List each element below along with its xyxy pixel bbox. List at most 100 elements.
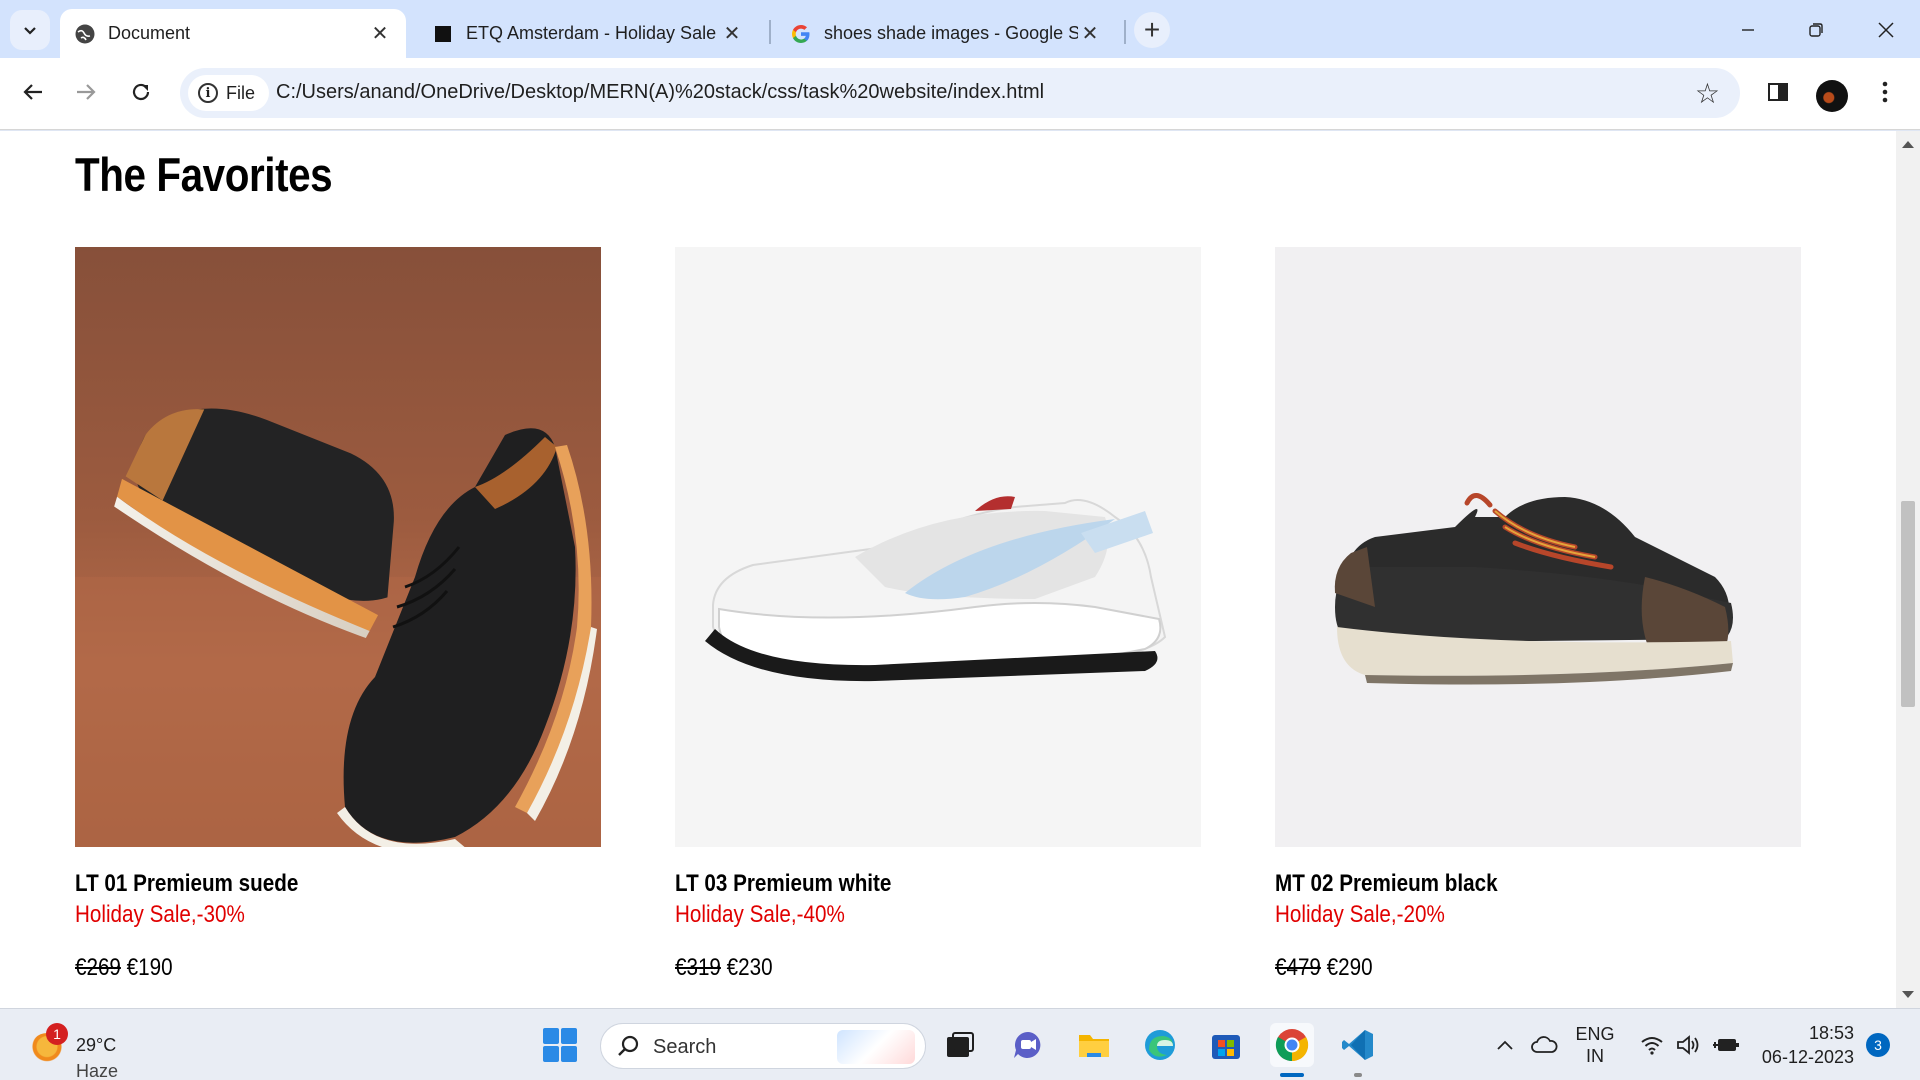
price-row: €479 €290	[1275, 954, 1727, 982]
start-button[interactable]	[538, 1023, 582, 1067]
notification-badge[interactable]: 3	[1866, 1033, 1890, 1057]
search-highlight-art	[837, 1030, 915, 1064]
scroll-thumb[interactable]	[1901, 501, 1915, 707]
site-info-chip[interactable]: i File	[188, 75, 270, 111]
weather-badge: 1	[46, 1023, 68, 1045]
scroll-up-arrow-icon[interactable]	[1902, 141, 1914, 148]
url-text[interactable]: C:/Users/anand/OneDrive/Desktop/MERN(A)%…	[276, 81, 1044, 104]
product-card[interactable]: MT 02 Premieum black Holiday Sale,-20% €…	[1275, 247, 1801, 982]
language-indicator[interactable]: ENG IN	[1576, 1009, 1615, 1080]
tab-document[interactable]: Document ✕	[60, 9, 406, 58]
windows-taskbar: 1 29°C Haze Search ENG IN 18:53 06-12-20…	[0, 1008, 1920, 1080]
store-button[interactable]	[1204, 1023, 1248, 1067]
windows-logo-icon	[543, 1028, 577, 1062]
side-panel-icon	[1768, 83, 1788, 101]
google-icon	[790, 23, 812, 45]
minimize-icon	[1742, 29, 1754, 31]
sale-label: Holiday Sale,-20%	[1275, 901, 1445, 928]
tab-title: ETQ Amsterdam - Holiday Sale	[466, 23, 717, 43]
reload-icon	[132, 83, 150, 101]
bookmark-star-icon[interactable]: ☆	[1695, 77, 1720, 110]
page-viewport: The Favorites LT 01 Premieum suede Holid…	[0, 131, 1896, 1008]
tab-etq-amsterdam[interactable]: ETQ Amsterdam - Holiday Sale ✕	[418, 9, 758, 58]
page-scrollbar[interactable]	[1896, 131, 1920, 1008]
product-image[interactable]	[75, 247, 601, 847]
product-card[interactable]: LT 03 Premieum white Holiday Sale,-40% €…	[675, 247, 1201, 982]
onedrive-button[interactable]	[1530, 1009, 1558, 1080]
product-name[interactable]: LT 03 Premieum white	[675, 870, 1127, 898]
weather-temperature: 29°C	[76, 1035, 117, 1055]
edge-button[interactable]	[1138, 1023, 1182, 1067]
minimize-button[interactable]	[1724, 10, 1772, 50]
address-bar[interactable]: i File C:/Users/anand/OneDrive/Desktop/M…	[180, 68, 1740, 118]
tab-search-button[interactable]	[10, 10, 50, 50]
vscode-icon	[1342, 1030, 1373, 1060]
network-button[interactable]	[1640, 1009, 1664, 1080]
video-chat-icon	[1014, 1032, 1041, 1058]
search-label: Search	[653, 1036, 717, 1058]
product-name[interactable]: LT 01 Premieum suede	[75, 870, 527, 898]
vscode-running-indicator	[1354, 1073, 1362, 1077]
tab-title: Document	[108, 23, 191, 43]
product-card[interactable]: LT 01 Premieum suede Holiday Sale,-30% €…	[75, 247, 601, 982]
wifi-icon	[1641, 1037, 1663, 1055]
product-name[interactable]: MT 02 Premieum black	[1275, 870, 1727, 898]
battery-button[interactable]	[1712, 1009, 1740, 1080]
system-clock[interactable]: 18:53 06-12-2023	[1758, 1021, 1854, 1069]
battery-charging-icon	[1713, 1039, 1739, 1051]
tab-google-search[interactable]: shoes shade images - Google S ✕	[776, 9, 1116, 58]
weather-widget[interactable]: 1 29°C Haze	[26, 1023, 146, 1080]
more-vertical-icon	[1882, 81, 1888, 103]
new-tab-button[interactable]: +	[1134, 12, 1170, 48]
sale-label: Holiday Sale,-30%	[75, 901, 245, 928]
cloud-icon	[1531, 1036, 1558, 1053]
site-info-label: File	[226, 82, 256, 103]
teams-chat-button[interactable]	[1006, 1023, 1050, 1067]
store-icon	[1212, 1035, 1240, 1059]
close-tab-icon[interactable]: ✕	[368, 22, 392, 46]
new-price: €190	[126, 954, 173, 981]
close-tab-icon[interactable]: ✕	[720, 22, 744, 46]
speaker-icon	[1677, 1035, 1699, 1055]
show-hidden-icons-button[interactable]	[1496, 1009, 1514, 1080]
square-favicon-icon	[432, 23, 454, 45]
chrome-menu-button[interactable]	[1865, 72, 1905, 112]
forward-button[interactable]	[66, 72, 106, 112]
new-price: €230	[726, 954, 773, 981]
task-view-icon	[947, 1032, 974, 1057]
chevron-down-icon	[24, 27, 36, 35]
info-icon: i	[198, 83, 218, 103]
close-icon	[1878, 22, 1894, 38]
chevron-up-icon	[1497, 1040, 1513, 1050]
profile-avatar[interactable]	[1816, 80, 1848, 112]
close-tab-icon[interactable]: ✕	[1078, 22, 1102, 46]
restore-button[interactable]	[1792, 10, 1840, 50]
price-row: €269 €190	[75, 954, 527, 982]
product-image[interactable]	[1275, 247, 1801, 847]
old-price: €479	[1275, 954, 1321, 981]
taskbar-search[interactable]: Search	[600, 1023, 926, 1069]
close-window-button[interactable]	[1862, 10, 1910, 50]
browser-toolbar: i File C:/Users/anand/OneDrive/Desktop/M…	[0, 58, 1920, 130]
tab-title: shoes shade images - Google S	[824, 23, 1078, 43]
vscode-button[interactable]	[1336, 1023, 1380, 1067]
new-price: €290	[1326, 954, 1373, 981]
old-price: €319	[675, 954, 721, 981]
scroll-down-arrow-icon[interactable]	[1902, 991, 1914, 998]
folder-icon	[1079, 1035, 1109, 1057]
reload-button[interactable]	[121, 72, 161, 112]
tab-separator	[769, 20, 771, 44]
back-button[interactable]	[13, 72, 53, 112]
weather-condition: Haze	[76, 1061, 119, 1080]
section-title: The Favorites	[75, 148, 333, 201]
tab-separator	[1124, 20, 1126, 44]
side-panel-button[interactable]	[1758, 72, 1798, 112]
task-view-button[interactable]	[938, 1023, 982, 1067]
file-explorer-button[interactable]	[1072, 1023, 1116, 1067]
restore-icon	[1809, 23, 1823, 37]
volume-button[interactable]	[1676, 1009, 1702, 1080]
forward-arrow-icon	[77, 84, 96, 100]
chrome-button[interactable]	[1270, 1023, 1314, 1067]
product-image[interactable]	[675, 247, 1201, 847]
globe-icon	[74, 23, 96, 45]
